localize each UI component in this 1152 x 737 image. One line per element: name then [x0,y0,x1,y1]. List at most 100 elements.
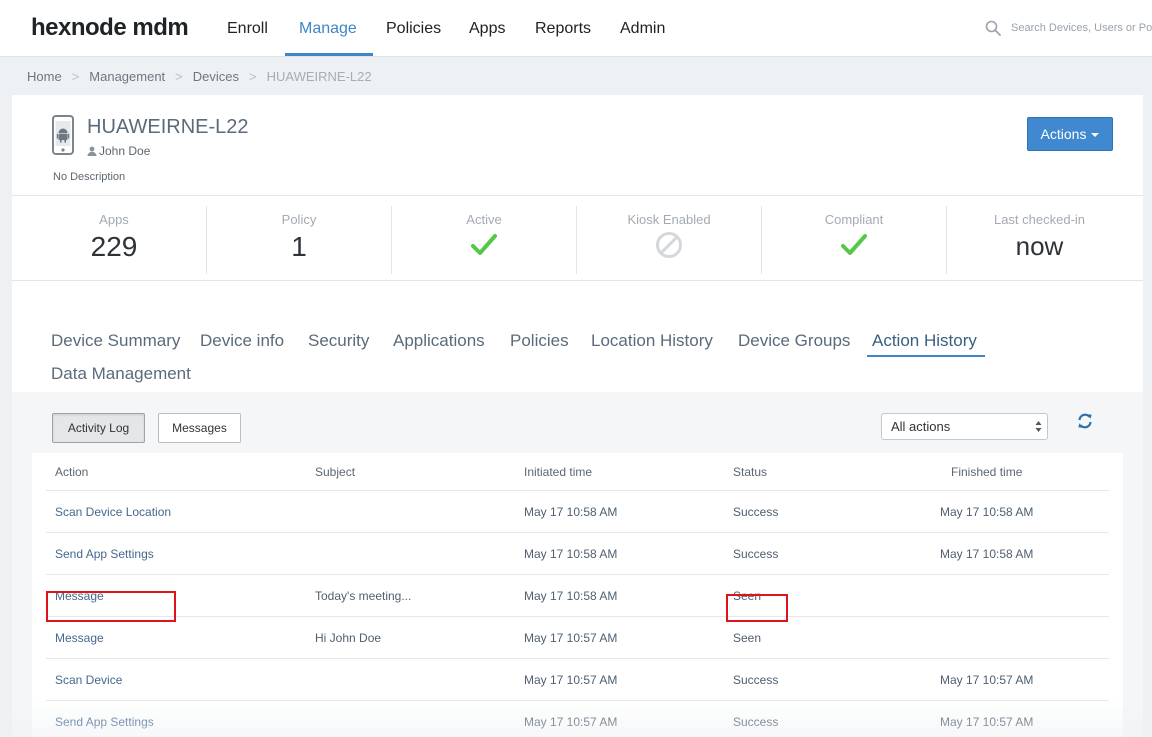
stat-apps-label: Apps [99,212,129,227]
table-row: Send App Settings May 17 10:58 AM Succes… [46,532,1109,574]
tab-device-groups[interactable]: Device Groups [738,331,850,351]
nav-reports[interactable]: Reports [535,20,591,38]
action-history-table: Action Subject Initiated time Status Fin… [32,453,1123,737]
stat-active-label: Active [466,212,502,227]
stat-active: Active [392,206,577,274]
search-icon[interactable] [985,20,1001,36]
device-stats-bar: Apps 229 Policy 1 Active Kiosk Enabled C… [12,196,1143,281]
device-details-card: HUAWEIRNE-L22 John Doe No Description Ac… [12,95,1143,737]
table-row: Message Hi John Doe May 17 10:57 AM Seen [46,616,1109,658]
row-subject: Hi John Doe [315,631,382,645]
row-subject: Today's meeting... [315,589,412,603]
row-finished-time: May 17 10:57 AM [940,673,1034,687]
row-status: Seen [733,631,762,645]
row-finished-time: May 17 10:57 AM [940,715,1034,729]
stat-kiosk-label: Kiosk Enabled [627,212,711,227]
column-header-initiated-time: Initiated time [524,465,593,479]
stat-kiosk: Kiosk Enabled [577,206,762,274]
row-finished-time: May 17 10:58 AM [940,547,1034,561]
row-initiated-time: May 17 10:57 AM [524,715,618,729]
chevron-right-icon: > [175,69,183,84]
table-row: Scan Device Location May 17 10:58 AM Suc… [46,490,1109,532]
stat-last-checked-in: Last checked-in now [947,206,1132,274]
messages-button[interactable]: Messages [158,413,241,443]
highlight-box-action [46,591,176,622]
column-header-status: Status [733,465,768,479]
row-action[interactable]: Scan Device Location [55,505,171,519]
nav-enroll[interactable]: Enroll [227,20,268,38]
stat-apps[interactable]: Apps 229 [22,206,207,274]
table-row: Message Today's meeting... May 17 10:58 … [46,574,1109,616]
checkmark-icon [841,234,867,255]
device-description: No Description [53,171,126,183]
user-icon [87,146,97,156]
row-action[interactable]: Message [55,631,104,645]
breadcrumb-management[interactable]: Management [89,69,165,84]
nav-apps[interactable]: Apps [469,20,505,38]
row-status: Success [733,715,779,729]
chevron-right-icon: > [249,69,257,84]
activity-log-button[interactable]: Activity Log [52,413,145,443]
actions-dropdown-button[interactable]: Actions [1027,117,1113,151]
caret-down-icon [1091,133,1100,137]
row-status: Success [733,505,779,519]
stat-compliant: Compliant [762,206,947,274]
row-status: Success [733,673,779,687]
device-header: HUAWEIRNE-L22 John Doe No Description Ac… [12,95,1143,196]
checkmark-icon [471,234,497,255]
stat-checked-in-value: now [1015,231,1064,261]
row-initiated-time: May 17 10:57 AM [524,673,618,687]
column-header-finished-time: Finished time [951,465,1023,479]
actions-button-label: Actions [1040,126,1087,142]
stat-checked-in-label: Last checked-in [993,212,1086,227]
device-user[interactable]: John Doe [87,144,150,158]
tab-applications[interactable]: Applications [393,331,485,351]
tab-security[interactable]: Security [308,331,369,351]
tab-device-info[interactable]: Device info [200,331,284,351]
breadcrumb-current-device: HUAWEIRNE-L22 [266,69,372,84]
row-status: Success [733,547,779,561]
nav-active-indicator [285,53,373,56]
row-initiated-time: May 17 10:58 AM [524,547,618,561]
stat-compliant-label: Compliant [824,212,884,227]
tab-action-history[interactable]: Action History [872,331,977,351]
device-user-name: John Doe [99,144,151,158]
column-header-action: Action [55,465,89,479]
tab-device-summary[interactable]: Device Summary [51,331,180,351]
hexnode-logo[interactable]: hexnode mdm [31,14,189,42]
tab-data-management[interactable]: Data Management [51,364,191,384]
top-navigation-bar: hexnode mdm Enroll Manage Policies Apps … [0,0,1152,57]
row-initiated-time: May 17 10:58 AM [524,505,618,519]
disabled-circle-icon [656,232,682,258]
chevron-right-icon: > [71,69,80,84]
tab-active-indicator [867,355,985,357]
breadcrumb-devices[interactable]: Devices [193,69,239,84]
nav-admin[interactable]: Admin [620,20,665,38]
row-initiated-time: May 17 10:57 AM [524,631,618,645]
select-arrows-icon [1035,421,1042,432]
stat-policy-label: Policy [281,212,317,227]
tab-policies[interactable]: Policies [510,331,569,351]
breadcrumb-home[interactable]: Home [27,69,62,84]
stat-policy[interactable]: Policy 1 [207,206,392,274]
refresh-icon[interactable] [1077,413,1093,429]
row-action[interactable]: Scan Device [55,673,122,687]
table-row: Scan Device May 17 10:57 AM Success May … [46,658,1109,700]
row-finished-time: May 17 10:58 AM [940,505,1034,519]
stat-apps-value: 229 [90,231,138,262]
table-row: Send App Settings May 17 10:57 AM Succes… [46,700,1109,737]
action-filter-value: All actions [891,419,951,434]
highlight-box-status [726,594,788,622]
search-input[interactable]: Search Devices, Users or Po [1011,22,1152,34]
tab-location-history[interactable]: Location History [591,331,713,351]
row-action[interactable]: Send App Settings [55,715,154,729]
breadcrumb: Home > Management > Devices > HUAWEIRNE-L22 [27,69,372,84]
nav-manage[interactable]: Manage [299,20,357,38]
action-filter-select[interactable]: All actions [881,413,1048,440]
android-phone-icon [52,115,74,155]
nav-policies[interactable]: Policies [386,20,441,38]
row-initiated-time: May 17 10:58 AM [524,589,618,603]
stat-policy-value: 1 [291,231,307,262]
row-action[interactable]: Send App Settings [55,547,154,561]
column-header-subject: Subject [315,465,356,479]
